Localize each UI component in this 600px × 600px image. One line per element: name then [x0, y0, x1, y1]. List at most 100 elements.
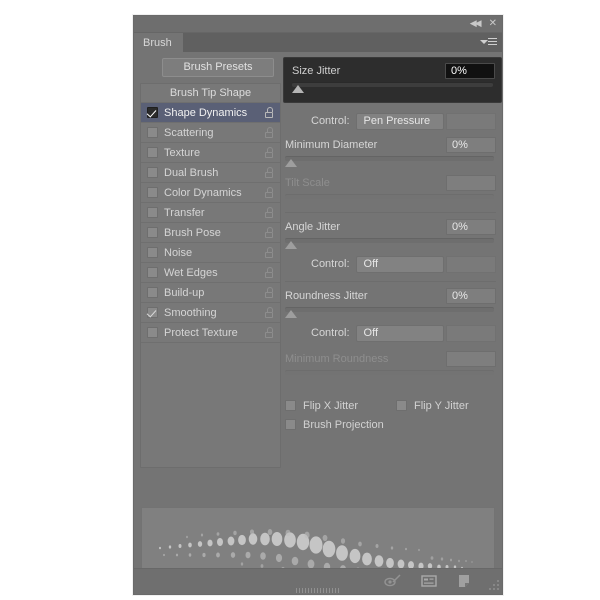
checkbox-wet-edges[interactable] — [147, 267, 158, 278]
minimum-diameter-value[interactable]: 0% — [446, 137, 496, 153]
lock-icon[interactable] — [265, 267, 274, 279]
minimum-diameter-row: Minimum Diameter 0% — [285, 136, 496, 154]
checkbox-noise[interactable] — [147, 247, 158, 258]
lock-icon[interactable] — [265, 127, 274, 139]
roundness-jitter-value[interactable]: 0% — [446, 288, 496, 304]
list-item-build-up[interactable]: Build-up — [141, 283, 280, 303]
lock-icon[interactable] — [265, 107, 274, 119]
lock-icon[interactable] — [265, 247, 274, 259]
list-item-wet-edges[interactable]: Wet Edges — [141, 263, 280, 283]
lock-icon[interactable] — [265, 147, 274, 159]
brush-projection-row: Brush Projection — [285, 415, 496, 434]
checkbox-flip-y-jitter[interactable] — [396, 400, 407, 411]
resize-grip[interactable] — [489, 580, 499, 590]
size-control-label: Control: — [311, 115, 350, 127]
tilt-scale-slider — [285, 194, 496, 206]
lock-icon[interactable] — [265, 227, 274, 239]
angle-control-ghost-box — [446, 256, 496, 273]
list-item-color-dynamics[interactable]: Color Dynamics — [141, 183, 280, 203]
list-item-transfer[interactable]: Transfer — [141, 203, 280, 223]
slider-track — [285, 194, 494, 199]
lock-icon[interactable] — [265, 307, 274, 319]
list-item-label: Protect Texture — [164, 327, 238, 339]
list-item-scattering[interactable]: Scattering — [141, 123, 280, 143]
minimum-roundness-group: Minimum Roundness — [285, 350, 496, 382]
checkbox-flip-x-jitter[interactable] — [285, 400, 296, 411]
right-column: Size Jitter 0% Control: Pen Pressure Min… — [281, 57, 496, 505]
size-jitter-slider[interactable] — [292, 82, 495, 94]
lock-icon[interactable] — [265, 287, 274, 299]
tab-brush[interactable]: Brush — [134, 33, 183, 52]
flip-x-jitter-label: Flip X Jitter — [303, 400, 358, 412]
minimum-diameter-label: Minimum Diameter — [285, 139, 377, 151]
slider-track — [285, 307, 494, 312]
angle-jitter-value[interactable]: 0% — [446, 219, 496, 235]
checkbox-transfer[interactable] — [147, 207, 158, 218]
checkbox-scattering[interactable] — [147, 127, 158, 138]
close-icon[interactable]: ✕ — [489, 18, 497, 29]
slider-track — [285, 370, 494, 375]
list-item-label: Wet Edges — [164, 267, 218, 279]
lock-icon[interactable] — [265, 207, 274, 219]
list-item-shape-dynamics[interactable]: Shape Dynamics — [141, 103, 280, 123]
size-control-ghost-box — [446, 113, 496, 130]
checkbox-build-up[interactable] — [147, 287, 158, 298]
lock-icon[interactable] — [265, 167, 274, 179]
flip-y-jitter-label: Flip Y Jitter — [414, 400, 469, 412]
window-buttons: ◀◀ ✕ — [470, 18, 497, 29]
checkbox-shape-dynamics[interactable] — [147, 107, 158, 118]
size-control-dropdown[interactable]: Pen Pressure — [356, 113, 444, 130]
flip-jitter-row: Flip X Jitter Flip Y Jitter — [285, 396, 496, 415]
list-header-brush-tip-shape[interactable]: Brush Tip Shape — [141, 84, 280, 103]
roundness-jitter-slider[interactable] — [285, 307, 496, 319]
checkbox-brush-pose[interactable] — [147, 227, 158, 238]
list-item-label: Shape Dynamics — [164, 107, 247, 119]
slider-thumb[interactable] — [285, 241, 297, 249]
panel-menu-icon[interactable] — [480, 37, 496, 48]
roundness-control-dropdown[interactable]: Off — [356, 325, 444, 342]
list-item-brush-pose[interactable]: Brush Pose — [141, 223, 280, 243]
brush-presets-button[interactable]: Brush Presets — [162, 58, 274, 77]
brush-settings-icon[interactable] — [420, 573, 438, 589]
angle-control-dropdown[interactable]: Off — [356, 256, 444, 273]
tab-strip: Brush — [134, 33, 502, 52]
checkbox-color-dynamics[interactable] — [147, 187, 158, 198]
roundness-control-row: Control: Off — [285, 322, 496, 344]
checkbox-smoothing[interactable] — [147, 307, 158, 318]
list-item-texture[interactable]: Texture — [141, 143, 280, 163]
size-jitter-value[interactable]: 0% — [445, 63, 495, 79]
roundness-control-ghost-box — [446, 325, 496, 342]
list-item-noise[interactable]: Noise — [141, 243, 280, 263]
checkbox-brush-projection[interactable] — [285, 419, 296, 430]
panel-drag-grip[interactable] — [296, 588, 340, 593]
slider-thumb[interactable] — [285, 159, 297, 167]
list-item-label: Noise — [164, 247, 192, 259]
list-item-dual-brush[interactable]: Dual Brush — [141, 163, 280, 183]
list-item-label: Color Dynamics — [164, 187, 242, 199]
brush-projection-label: Brush Projection — [303, 419, 384, 431]
list-item-label: Build-up — [164, 287, 204, 299]
brush-preview-toggle-icon[interactable] — [384, 573, 402, 589]
checkbox-texture[interactable] — [147, 147, 158, 158]
slider-thumb[interactable] — [285, 310, 297, 318]
brush-option-list: Brush Tip Shape Shape Dynamics Scatterin… — [140, 83, 281, 468]
list-item-smoothing[interactable]: Smoothing — [141, 303, 280, 323]
angle-jitter-group: Angle Jitter 0% — [285, 218, 496, 250]
roundness-jitter-row: Roundness Jitter 0% — [285, 287, 496, 305]
footer-icons — [384, 573, 474, 589]
lock-icon[interactable] — [265, 187, 274, 199]
slider-thumb[interactable] — [292, 85, 304, 93]
minimum-diameter-slider[interactable] — [285, 156, 496, 168]
roundness-jitter-label: Roundness Jitter — [285, 290, 368, 302]
list-item-protect-texture[interactable]: Protect Texture — [141, 323, 280, 343]
lock-icon[interactable] — [265, 327, 274, 339]
slider-track — [285, 156, 494, 161]
panel-body: Brush Presets Brush Tip Shape Shape Dyna… — [134, 52, 502, 505]
panel-footer — [134, 568, 502, 594]
collapse-double-left-icon[interactable]: ◀◀ — [470, 18, 480, 29]
new-brush-preset-icon[interactable] — [456, 573, 474, 589]
checkbox-dual-brush[interactable] — [147, 167, 158, 178]
angle-jitter-slider[interactable] — [285, 238, 496, 250]
list-item-label: Texture — [164, 147, 200, 159]
checkbox-protect-texture[interactable] — [147, 327, 158, 338]
